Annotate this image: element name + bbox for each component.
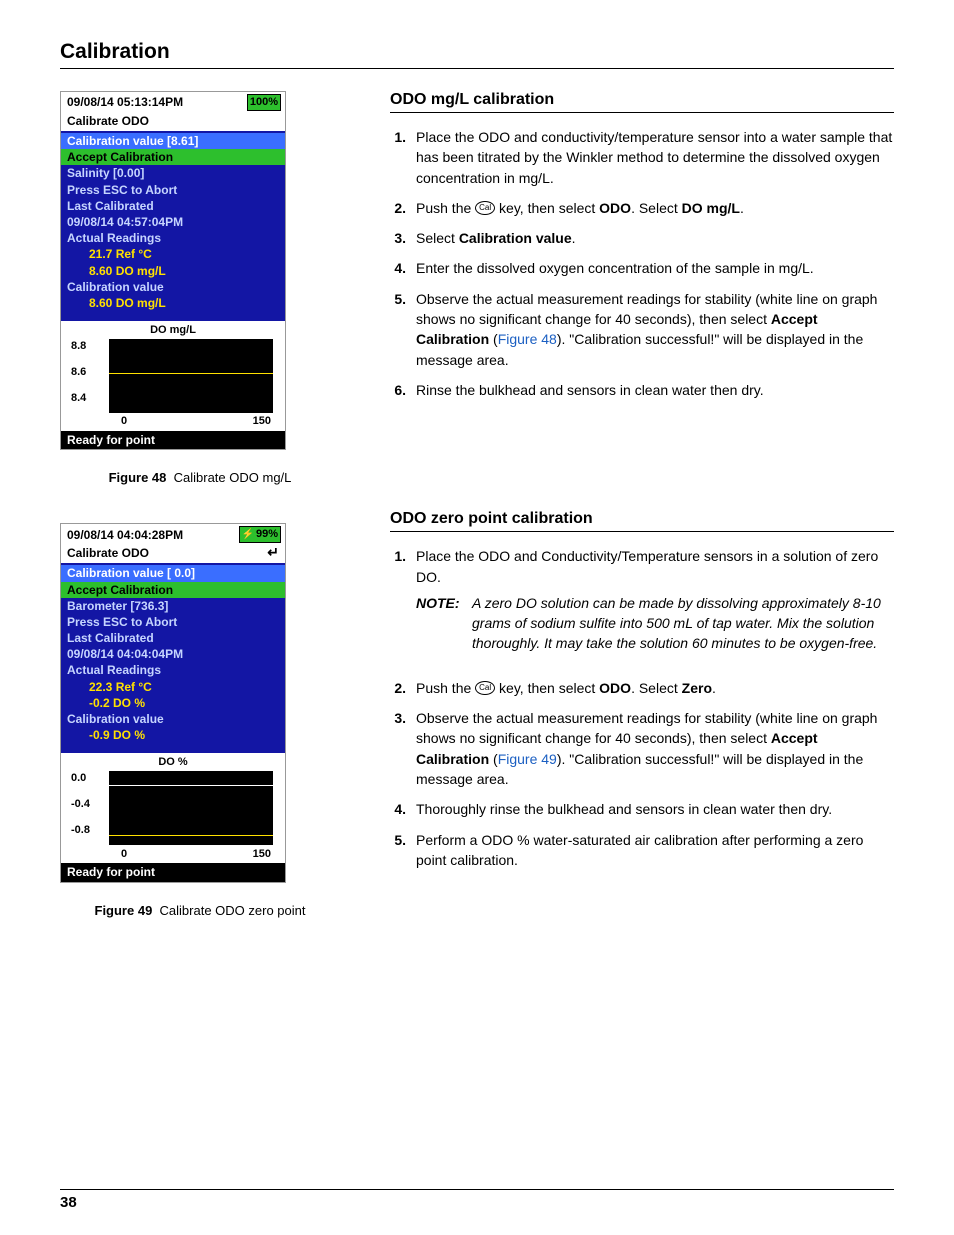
section2-steps: 1. Place the ODO and Conductivity/Temper… [390,546,894,870]
graph-1: DO mg/L 8.8 8.6 8.4 0 150 [61,321,285,431]
page-title: Calibration [60,40,894,69]
cal-value-label: Calibration value [61,279,285,295]
salinity-row: Salinity [0.00] [61,165,285,181]
device-screenshot-1: 09/08/14 05:13:14PM 100% Calibrate ODO C… [60,91,286,450]
s2-step5: Perform a ODO % water-saturated air cali… [416,830,894,871]
s2-step4: Thoroughly rinse the bulkhead and sensor… [416,799,894,819]
device2-footer: Ready for point [61,863,285,881]
note-body: A zero DO solution can be made by dissol… [472,593,894,654]
reading-temp: 21.7 Ref °C [61,246,285,262]
graph1-x2: 150 [253,414,271,429]
section1-steps: 1.Place the ODO and conductivity/tempera… [390,127,894,400]
graph-2: DO % 0.0 -0.4 -0.8 0 150 [61,753,285,863]
cal-key-icon: Cal [475,681,495,695]
last-cal-time: 09/08/14 04:57:04PM [61,214,285,230]
cal-value-label: Calibration value [61,711,285,727]
device2-timestamp: 09/08/14 04:04:28PM [67,527,183,543]
page-number: 38 [60,1189,894,1211]
graph2-y3: -0.8 [71,823,90,838]
figure-49-link[interactable]: Figure 49 [498,751,557,767]
device1-timestamp: 09/08/14 05:13:14PM [67,94,183,110]
esc-row: Press ESC to Abort [61,182,285,198]
section2-title: ODO zero point calibration [390,510,894,532]
graph1-y1: 8.8 [71,339,86,354]
cal-value-row: Calibration value [ 0.0] [61,565,285,581]
s1-step6: Rinse the bulkhead and sensors in clean … [416,380,894,400]
s2-step2: Push the Cal key, then select ODO. Selec… [416,678,894,698]
graph-2-title: DO % [61,753,285,770]
reading-do: -0.2 DO % [61,695,285,711]
reading-temp: 22.3 Ref °C [61,679,285,695]
s1-step1: Place the ODO and conductivity/temperatu… [416,127,894,188]
cal-key-icon: Cal [475,201,495,215]
graph-1-title: DO mg/L [61,321,285,338]
graph1-y3: 8.4 [71,391,86,406]
device1-subtitle: Calibrate ODO [67,113,149,129]
s1-step5: Observe the actual measurement readings … [416,289,894,370]
actual-readings-label: Actual Readings [61,662,285,678]
graph2-y1: 0.0 [71,771,86,786]
graph1-y2: 8.6 [71,365,86,380]
figure-48-caption: Figure 48 Calibrate ODO mg/L [60,470,340,485]
last-cal-label: Last Calibrated [61,630,285,646]
s1-step4: Enter the dissolved oxygen concentration… [416,258,894,278]
s1-step3: Select Calibration value. [416,228,894,248]
return-icon: ↵ [267,545,279,561]
note-label: NOTE: [416,593,472,654]
accept-cal-row: Accept Calibration [61,149,285,165]
device1-footer: Ready for point [61,431,285,449]
accept-cal-row: Accept Calibration [61,582,285,598]
cal-value-row: Calibration value [8.61] [61,133,285,149]
s1-step2: Push the Cal key, then select ODO. Selec… [416,198,894,218]
reading-do: 8.60 DO mg/L [61,263,285,279]
figure-49-caption: Figure 49 Calibrate ODO zero point [60,903,340,918]
graph1-x1: 0 [121,414,127,429]
device-screenshot-2: 09/08/14 04:04:28PM ⚡99% Calibrate ODO ↵… [60,523,286,882]
note-block: NOTE: A zero DO solution can be made by … [416,593,894,654]
graph2-y2: -0.4 [71,797,90,812]
s2-step3: Observe the actual measurement readings … [416,708,894,789]
battery-indicator: ⚡99% [239,526,281,543]
device2-subtitle: Calibrate ODO [67,545,149,561]
last-cal-label: Last Calibrated [61,198,285,214]
figure-48-link[interactable]: Figure 48 [498,331,557,347]
s2-step1: Place the ODO and Conductivity/Temperatu… [416,546,894,667]
last-cal-time: 09/08/14 04:04:04PM [61,646,285,662]
actual-readings-label: Actual Readings [61,230,285,246]
battery-indicator: 100% [247,94,281,111]
barometer-row: Barometer [736.3] [61,598,285,614]
graph2-x1: 0 [121,847,127,862]
esc-row: Press ESC to Abort [61,614,285,630]
charging-icon: ⚡ [242,530,254,540]
cal-value-reading: -0.9 DO % [61,727,285,743]
section1-title: ODO mg/L calibration [390,91,894,113]
cal-value-reading: 8.60 DO mg/L [61,295,285,311]
graph2-x2: 150 [253,847,271,862]
